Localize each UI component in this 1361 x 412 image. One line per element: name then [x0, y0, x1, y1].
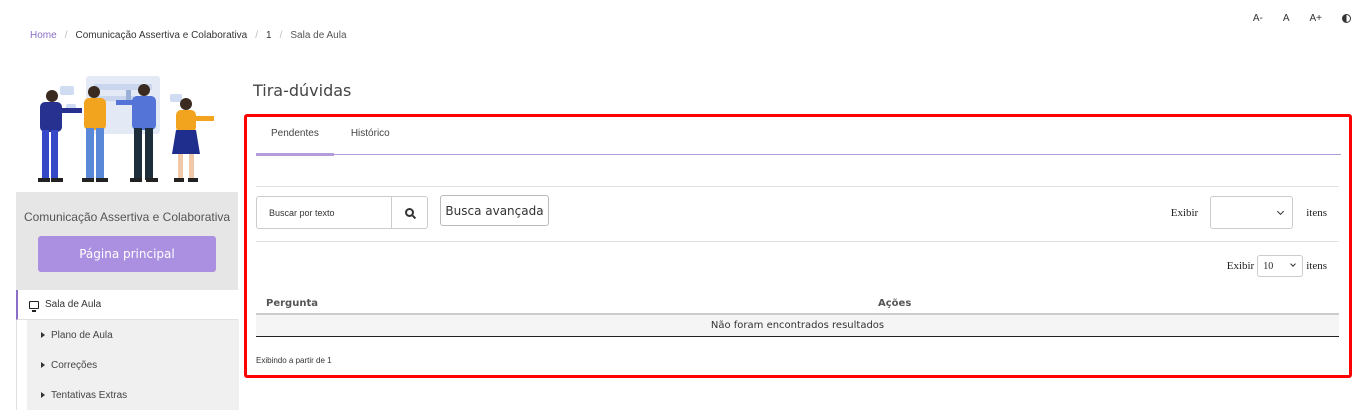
people-illustration: [38, 76, 214, 182]
font-increase-button[interactable]: A+: [1309, 13, 1322, 24]
page-size-select[interactable]: 10: [1257, 255, 1304, 277]
caret-right-icon: [41, 332, 45, 338]
itens-label: itens: [1306, 206, 1327, 219]
caret-right-icon: [41, 362, 45, 368]
sidebar-item-plano-de-aula[interactable]: Plano de Aula: [27, 320, 239, 350]
page-size-select-top[interactable]: [1210, 196, 1294, 229]
breadcrumb-number-link[interactable]: 1: [266, 30, 272, 41]
accessibility-toolbar: A- A A+: [1253, 13, 1351, 24]
contrast-icon[interactable]: [1342, 14, 1351, 23]
advanced-search-button[interactable]: Busca avançada: [440, 195, 549, 226]
tab-bar: Pendentes Histórico: [256, 117, 1341, 156]
breadcrumb-separator: /: [64, 30, 68, 41]
breadcrumb: Home / Comunicação Assertiva e Colaborat…: [30, 30, 347, 41]
tira-duvidas-panel: Pendentes Histórico Busca avançada Exibi…: [244, 114, 1352, 378]
page-title: Tira-dúvidas: [253, 81, 352, 100]
main-page-button[interactable]: Página principal: [38, 236, 216, 272]
breadcrumb-separator: /: [279, 30, 283, 41]
breadcrumb-course-link[interactable]: Comunicação Assertiva e Colaborativa: [75, 30, 247, 41]
pagination-info: Exibindo a partir de 1: [256, 356, 332, 365]
search-icon: [405, 208, 414, 217]
search-group: [256, 196, 428, 229]
caret-right-icon: [41, 392, 45, 398]
breadcrumb-separator: /: [255, 30, 259, 41]
table-header: Pergunta Ações: [256, 293, 1339, 315]
divider: [256, 186, 1339, 187]
exibir-label: Exibir: [1226, 260, 1255, 272]
sidebar-item-tentativas-extras[interactable]: Tentativas Extras: [27, 380, 239, 410]
sidebar-nav: Sala de Aula Plano de Aula Correções Ten…: [16, 290, 239, 410]
table-empty-row: Não foram encontrados resultados: [256, 315, 1339, 337]
page-size-control: Exibir 10 itens: [1227, 255, 1327, 277]
monitor-icon: [29, 300, 39, 312]
sidebar-item-label: Tentativas Extras: [51, 389, 128, 401]
page-size-value: 10: [1263, 260, 1274, 272]
column-header-acoes: Ações: [878, 297, 912, 309]
page-size-control-top: Exibir itens: [1171, 196, 1327, 229]
sidebar-item-label: Sala de Aula: [45, 299, 102, 310]
sidebar-item-label: Plano de Aula: [51, 329, 113, 341]
search-button[interactable]: [392, 196, 428, 229]
chevron-down-icon: [1290, 261, 1297, 267]
sidebar-submenu: Plano de Aula Correções Tentativas Extra…: [27, 320, 239, 410]
search-input[interactable]: [256, 196, 392, 229]
column-header-pergunta[interactable]: Pergunta: [256, 298, 878, 309]
sidebar-item-sala-de-aula[interactable]: Sala de Aula: [16, 290, 238, 320]
sidebar-item-label: Correções: [51, 359, 98, 371]
course-illustration: [16, 68, 238, 188]
font-normal-button[interactable]: A: [1283, 13, 1290, 24]
font-decrease-button[interactable]: A-: [1253, 13, 1263, 24]
course-title: Comunicação Assertiva e Colaborativa: [23, 210, 231, 224]
sidebar-item-correcoes[interactable]: Correções: [27, 350, 239, 380]
tab-pendentes[interactable]: Pendentes: [256, 117, 334, 156]
breadcrumb-home-link[interactable]: Home: [30, 30, 57, 41]
breadcrumb-current: Sala de Aula: [290, 30, 347, 41]
itens-label: itens: [1306, 260, 1327, 272]
divider: [256, 241, 1339, 242]
questions-table: Pergunta Ações Não foram encontrados res…: [256, 293, 1339, 337]
sidebar: Comunicação Assertiva e Colaborativa Pág…: [16, 68, 239, 410]
chevron-down-icon: [1277, 207, 1285, 216]
empty-message: Não foram encontrados resultados: [710, 320, 885, 331]
tab-historico[interactable]: Histórico: [334, 117, 405, 155]
exibir-label: Exibir: [1170, 206, 1199, 219]
course-card: Comunicação Assertiva e Colaborativa Pág…: [16, 192, 238, 290]
